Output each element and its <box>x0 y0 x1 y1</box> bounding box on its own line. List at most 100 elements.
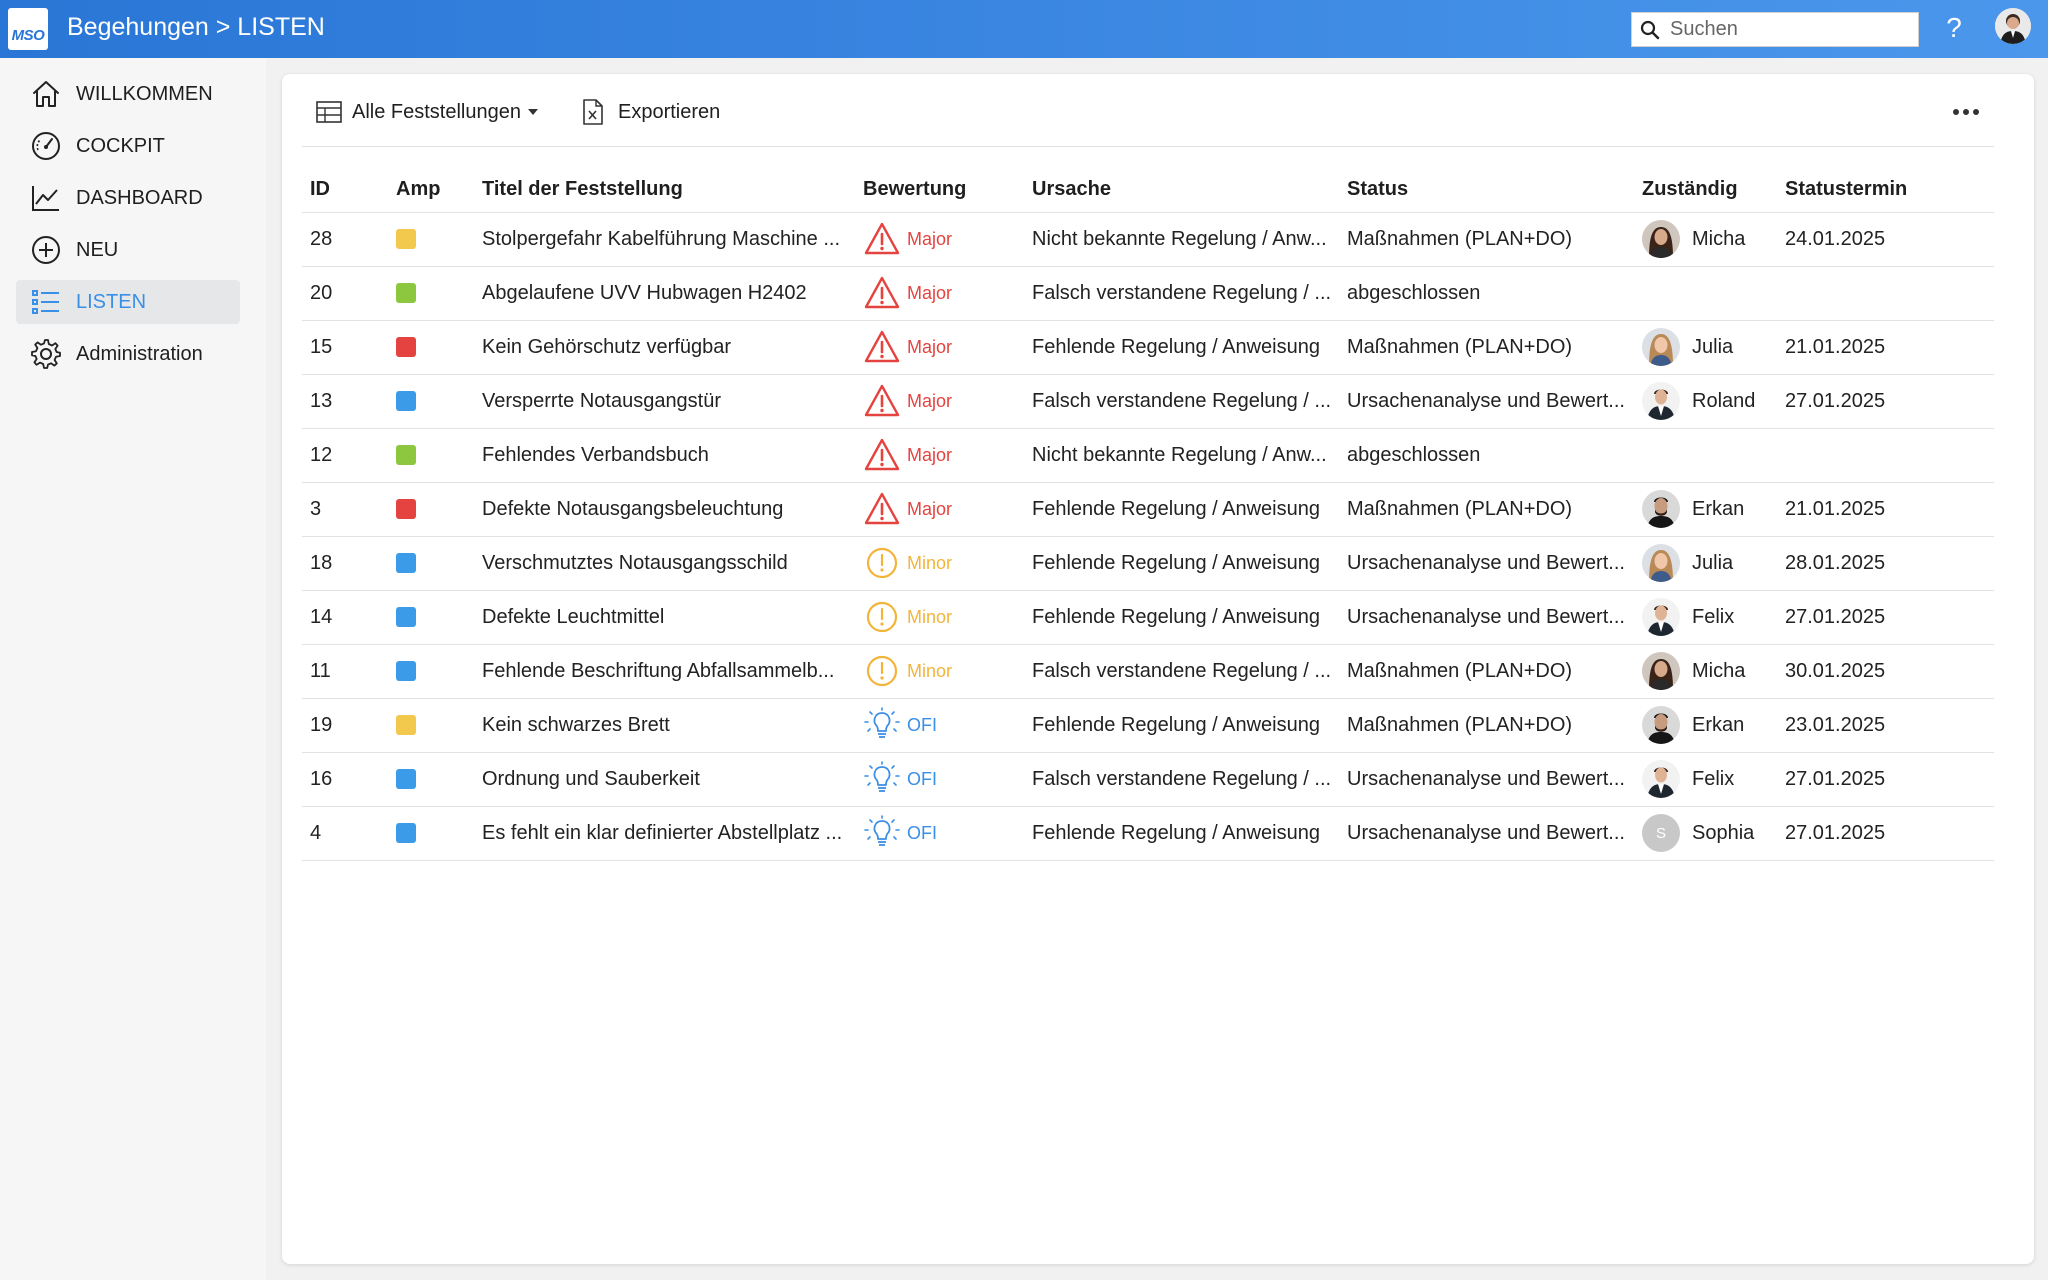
cell-owner: Roland <box>1634 374 1777 429</box>
cell-id: 13 <box>302 374 388 429</box>
owner-name: Felix <box>1692 605 1735 628</box>
owner-name: Julia <box>1692 551 1734 574</box>
cell-cause: Falsch verstandene Regelung / ... <box>1024 374 1339 429</box>
cell-status: Maßnahmen (PLAN+DO) <box>1339 482 1634 537</box>
table-row[interactable]: 3 Defekte Notausgangsbeleuchtung Major Fehl… <box>302 482 1994 537</box>
cell-amp <box>388 536 474 591</box>
warning-triangle-icon <box>864 276 900 309</box>
avatar <box>1642 328 1680 366</box>
column-header-title[interactable]: Titel der Feststellung <box>474 168 855 213</box>
cell-rating: Major <box>855 482 1024 537</box>
chart-line-icon <box>32 186 59 211</box>
column-header-id[interactable]: ID <box>302 168 388 213</box>
cell-title: Stolpergefahr Kabelführung Maschine ... <box>474 212 855 267</box>
warning-triangle-icon <box>864 222 900 255</box>
cell-id: 18 <box>302 536 388 591</box>
owner-name: Roland <box>1692 389 1756 412</box>
amp-indicator <box>396 823 416 844</box>
rating-label: OFI <box>907 768 937 789</box>
table-row[interactable]: 16 Ordnung und Sauberkeit OFI Falsch versta… <box>302 752 1994 807</box>
table-row[interactable]: 14 Defekte Leuchtmittel Minor Fehlende Rege… <box>302 590 1994 645</box>
table-row[interactable]: 12 Fehlendes Verbandsbuch Major Nicht bekan… <box>302 428 1994 483</box>
table-row[interactable]: 13 Versperrte Notausgangstür Major Falsch v… <box>302 374 1994 429</box>
sidebar-item-listen[interactable]: LISTEN <box>16 280 240 324</box>
cell-cause: Fehlende Regelung / Anweisung <box>1024 536 1339 591</box>
view-selector-button[interactable]: Alle Feststellungen <box>316 96 538 128</box>
cell-status-date: 27.01.2025 <box>1777 374 1994 429</box>
cell-rating: Major <box>855 320 1024 375</box>
column-header-rating[interactable]: Bewertung <box>855 168 1024 213</box>
sidebar-item-cockpit[interactable]: COCKPIT <box>16 124 240 168</box>
cell-cause: Falsch verstandene Regelung / ... <box>1024 266 1339 321</box>
table-row[interactable]: 18 Verschmutztes Notausgangsschild Minor Fe… <box>302 536 1994 591</box>
amp-indicator <box>396 337 416 358</box>
user-avatar[interactable] <box>1995 8 2031 44</box>
column-header-status-date[interactable]: Statustermin <box>1777 168 1994 213</box>
avatar <box>1642 544 1680 582</box>
cell-status: Ursachenanalyse und Bewert... <box>1339 806 1634 861</box>
toolbar-divider <box>302 146 1994 147</box>
cell-amp <box>388 374 474 429</box>
table-row[interactable]: 20 Abgelaufene UVV Hubwagen H2402 Major Fal… <box>302 266 1994 321</box>
table-row[interactable]: 4 Es fehlt ein klar definierter Abstellpl… <box>302 806 1994 861</box>
search-box[interactable] <box>1631 12 1919 47</box>
cell-status: abgeschlossen <box>1339 266 1634 321</box>
cell-amp <box>388 428 474 483</box>
amp-indicator <box>396 283 416 304</box>
column-header-amp[interactable]: Amp <box>388 168 474 213</box>
cell-owner: Micha <box>1634 212 1777 267</box>
cell-id: 16 <box>302 752 388 807</box>
column-header-status[interactable]: Status <box>1339 168 1634 213</box>
owner-name: Micha <box>1692 227 1746 250</box>
sidebar-item-dashboard[interactable]: DASHBOARD <box>16 176 240 220</box>
cell-owner: Erkan <box>1634 482 1777 537</box>
column-header-owner[interactable]: Zuständig <box>1634 168 1777 213</box>
sidebar-item-label: DASHBOARD <box>76 186 203 209</box>
rating-label: Major <box>907 444 953 465</box>
table-row[interactable]: 11 Fehlende Beschriftung Abfallsammelb...… <box>302 644 1994 699</box>
sidebar-item-neu[interactable]: NEU <box>16 228 240 272</box>
table-row[interactable]: 15 Kein Gehörschutz verfügbar Major Fehlend… <box>302 320 1994 375</box>
plus-circle-icon <box>32 236 60 264</box>
table-row[interactable]: 28 Stolpergefahr Kabelführung Maschine ..… <box>302 212 1994 267</box>
cell-amp <box>388 698 474 753</box>
sidebar-item-label: Administration <box>76 342 203 365</box>
list-card: Alle Feststellungen Exportieren ID Amp T… <box>282 74 2034 1264</box>
column-header-cause[interactable]: Ursache <box>1024 168 1339 213</box>
app-logo[interactable]: MSO <box>8 8 48 50</box>
warning-triangle-icon <box>864 438 900 471</box>
avatar <box>1642 490 1680 528</box>
rating-label: Minor <box>907 660 953 681</box>
logo-text: MSO <box>11 27 45 44</box>
cell-amp <box>388 644 474 699</box>
search-input[interactable] <box>1670 18 1910 41</box>
sidebar-item-label: COCKPIT <box>76 134 165 157</box>
cell-cause: Fehlende Regelung / Anweisung <box>1024 806 1339 861</box>
owner-name: Felix <box>1692 767 1735 790</box>
more-options-button[interactable] <box>1946 100 1986 124</box>
avatar <box>1642 598 1680 636</box>
cell-status-date <box>1777 266 1994 321</box>
cell-amp <box>388 320 474 375</box>
cell-status: Maßnahmen (PLAN+DO) <box>1339 320 1634 375</box>
sidebar-item-administration[interactable]: Administration <box>16 332 240 376</box>
cell-status-date: 30.01.2025 <box>1777 644 1994 699</box>
amp-indicator <box>396 607 416 628</box>
cell-owner: Julia <box>1634 536 1777 591</box>
owner-name: Sophia <box>1692 821 1755 844</box>
cell-id: 14 <box>302 590 388 645</box>
help-button[interactable]: ? <box>1942 12 1966 44</box>
avatar <box>1642 652 1680 690</box>
cell-amp <box>388 266 474 321</box>
owner-name: Micha <box>1692 659 1746 682</box>
cell-owner <box>1634 428 1777 483</box>
sidebar-item-willkommen[interactable]: WILLKOMMEN <box>16 72 240 116</box>
amp-indicator <box>396 391 416 412</box>
cell-status-date: 21.01.2025 <box>1777 482 1994 537</box>
export-button[interactable]: Exportieren <box>582 96 720 128</box>
cell-title: Abgelaufene UVV Hubwagen H2402 <box>474 266 855 321</box>
owner-name: Erkan <box>1692 497 1745 520</box>
rating-label: Major <box>907 282 953 303</box>
avatar <box>1642 760 1680 798</box>
table-row[interactable]: 19 Kein schwarzes Brett OFI Fehlende Regelu… <box>302 698 1994 753</box>
